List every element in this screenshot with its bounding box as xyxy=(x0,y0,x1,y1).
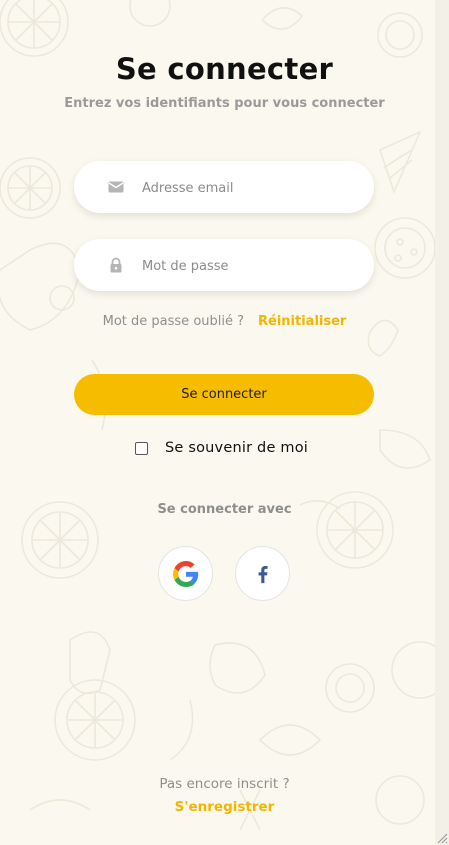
mail-icon xyxy=(108,181,124,193)
login-button[interactable]: Se connecter xyxy=(74,374,374,415)
google-login-button[interactable] xyxy=(158,546,213,601)
password-field[interactable] xyxy=(74,239,374,291)
remember-me-label: Se souvenir de moi xyxy=(165,440,308,456)
register-link[interactable]: S'enregistrer xyxy=(0,799,449,815)
email-field[interactable] xyxy=(74,161,374,213)
forgot-password-text: Mot de passe oublié ? xyxy=(102,314,245,329)
remember-me-row[interactable]: Se souvenir de moi xyxy=(135,438,308,458)
password-input[interactable] xyxy=(140,253,354,279)
forgot-password-row: Mot de passe oublié ? Réinitialiser xyxy=(0,314,449,329)
page-subtitle: Entrez vos identifiants pour vous connec… xyxy=(64,96,385,111)
reset-password-link[interactable]: Réinitialiser xyxy=(258,314,346,329)
register-question: Pas encore inscrit ? xyxy=(159,776,290,792)
page-title: Se connecter xyxy=(115,52,334,86)
login-form-container: Se connecter Entrez vos identifiants pou… xyxy=(0,0,449,845)
google-icon xyxy=(172,560,198,587)
lock-icon xyxy=(110,257,122,273)
facebook-login-button[interactable] xyxy=(235,546,290,601)
login-page: Se connecter Entrez vos identifiants pou… xyxy=(0,0,449,845)
resize-grip-icon[interactable] xyxy=(436,832,448,844)
email-input[interactable] xyxy=(140,175,354,201)
social-login-title: Se connecter avec xyxy=(157,502,292,517)
facebook-icon xyxy=(258,565,268,583)
remember-me-checkbox[interactable] xyxy=(135,441,148,455)
